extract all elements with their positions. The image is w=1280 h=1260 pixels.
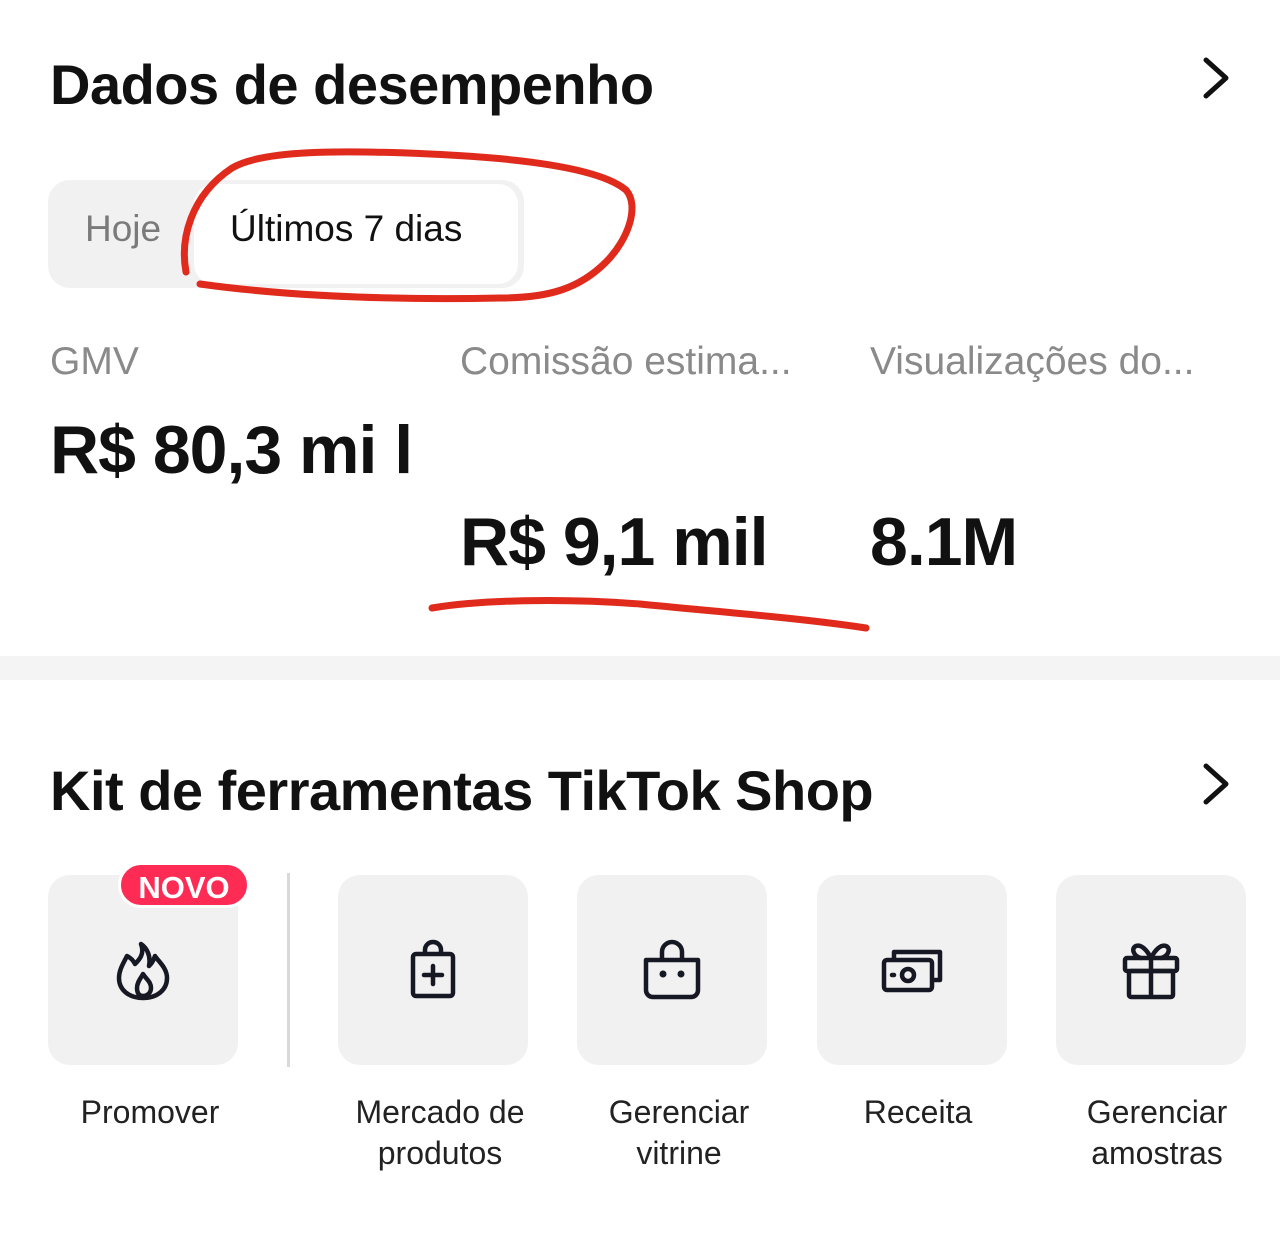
chevron-right-icon[interactable] bbox=[1196, 52, 1236, 104]
tool-manage-samples-label-line2: amostras bbox=[1091, 1135, 1223, 1171]
basket-icon bbox=[643, 939, 701, 1000]
tool-product-marketplace-label: Mercado de produtos bbox=[330, 1092, 550, 1174]
metric-views-value: 8.1M bbox=[870, 504, 1018, 580]
metric-gmv-value: R$ 80,3 mi l bbox=[50, 412, 413, 488]
gift-icon bbox=[1122, 943, 1180, 1000]
tool-product-marketplace-button[interactable] bbox=[338, 875, 528, 1065]
tool-manage-showcase-label-line2: vitrine bbox=[636, 1135, 722, 1171]
metric-commission-value: R$ 9,1 mil bbox=[460, 504, 768, 580]
new-badge: NOVO bbox=[118, 862, 250, 908]
tool-product-marketplace-label-line2: produtos bbox=[377, 1135, 503, 1171]
tile-separator bbox=[287, 873, 290, 1067]
tool-manage-showcase-button[interactable] bbox=[577, 875, 767, 1065]
tool-manage-samples-button[interactable] bbox=[1056, 875, 1246, 1065]
performance-title: Dados de desempenho bbox=[50, 53, 654, 116]
metric-gmv-label: GMV bbox=[50, 340, 139, 383]
chevron-right-icon[interactable] bbox=[1196, 758, 1236, 810]
annotation-underline bbox=[428, 597, 870, 632]
tool-manage-showcase-label: Gerenciar vitrine bbox=[569, 1092, 789, 1174]
tool-promote-label: Promover bbox=[40, 1092, 260, 1133]
tool-promote-label-line1: Promover bbox=[80, 1094, 220, 1130]
tool-manage-samples-label: Gerenciar amostras bbox=[1047, 1092, 1267, 1174]
money-icon bbox=[881, 949, 943, 993]
tool-manage-samples-label-line1: Gerenciar bbox=[1086, 1094, 1228, 1130]
tab-last-7-days-label: Últimos 7 dias bbox=[230, 208, 463, 249]
tool-manage-showcase-label-line1: Gerenciar bbox=[608, 1094, 750, 1130]
section-divider bbox=[0, 656, 1280, 680]
metric-views-label: Visualizações do... bbox=[870, 340, 1195, 383]
toolkit-title: Kit de ferramentas TikTok Shop bbox=[50, 759, 874, 822]
flame-icon bbox=[116, 941, 170, 1001]
tool-revenue-label-line1: Receita bbox=[863, 1094, 973, 1130]
page: Dados de desempenho Hoje Últimos 7 dias … bbox=[0, 0, 1280, 1260]
tool-product-marketplace-label-line1: Mercado de bbox=[355, 1094, 525, 1130]
tool-revenue-label: Receita bbox=[808, 1092, 1028, 1133]
tool-revenue-button[interactable] bbox=[817, 875, 1007, 1065]
tab-today[interactable]: Hoje bbox=[85, 208, 161, 250]
shopping-bag-plus-icon bbox=[410, 939, 456, 999]
metric-commission-label: Comissão estima... bbox=[460, 340, 792, 383]
